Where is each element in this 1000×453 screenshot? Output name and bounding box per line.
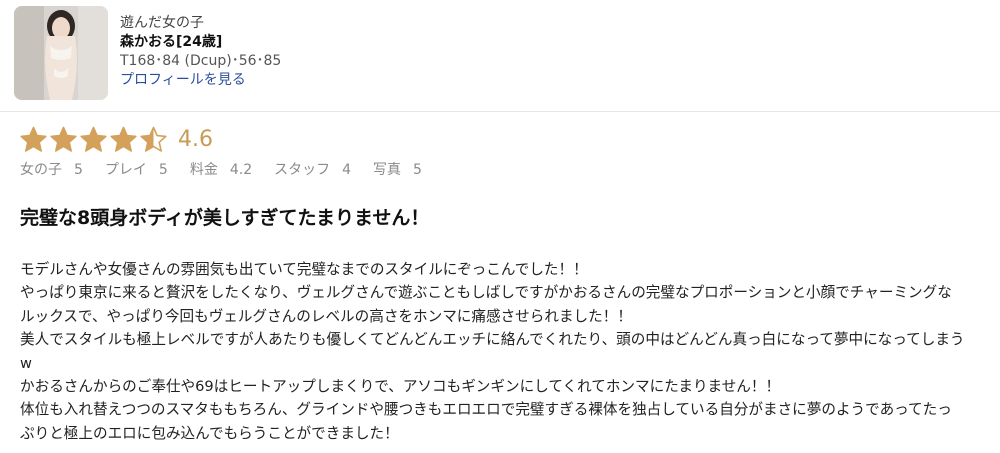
category-rating: スタッフ 4 [274,159,351,179]
category-value: 4.2 [229,162,253,178]
category-value: 5 [74,162,83,178]
review-line: w [20,354,32,372]
section-divider [0,111,1000,112]
review-body: モデルさんや女優さんの雰囲気も出ていて完璧なまでのスタイルにぞっこんでした！！ や… [20,258,995,445]
overall-rating: 4.6 [20,122,213,156]
view-profile-link[interactable]: プロフィールを見る [120,71,281,90]
star-rating [20,126,170,153]
review-line: モデルさんや女優さんの雰囲気も出ていて完璧なまでのスタイルにぞっこんでした！！ [20,261,588,278]
star-full-icon [50,126,77,152]
girl-stats: T168･84 (Dcup)･56･85 [120,53,282,69]
star-full-icon [110,126,137,152]
review-line: ぷりと極上のエロに包み込んでもらうことができました！ [20,424,399,442]
category-label: スタッフ [274,162,331,178]
review-line: ルックスで、やっぱり今回もヴェルグさんのレベルの高さをホンマに痛感させられました… [20,307,632,325]
category-rating: 料金 4.2 [190,159,252,179]
category-label: 写真 [373,162,402,178]
rating-score: 4.6 [178,126,213,152]
category-value: 5 [158,162,168,178]
star-half-icon [140,126,167,152]
category-value: 5 [413,162,422,178]
category-label: プレイ [104,162,147,178]
star-full-icon [20,126,47,152]
girl-name: 森かおる[24歳] [120,34,223,50]
review-line: かおるさんからのご奉仕や69はヒートアップしまくりで、アソコもギンギンにしてくれ… [20,378,781,396]
girl-profile-card[interactable]: 遊んだ女の子 森かおる[24歳] T168･84 (Dcup)･56･85 プロ… [0,0,1000,110]
review-line: やっぱり東京に来ると贅沢をしたくなり、ヴェルグさんで遊ぶこともしばしですがかおる… [20,284,952,302]
profile-photo-image [14,6,108,100]
category-ratings: 女の子 5 プレイ 5 料金 4.2 スタッフ 4 写真 5 [20,159,444,179]
category-rating: 女の子 5 [20,159,83,179]
category-value: 4 [342,162,352,178]
played-girl-label: 遊んだ女の子 [120,15,204,31]
category-label: 女の子 [20,162,62,178]
review-line: 体位も入れ替えつつのスマタももちろん、グラインドや腰つきもエロエロで完璧すぎる裸… [20,401,952,419]
category-label: 料金 [189,162,218,178]
review-title: 完璧な8頭身ボディが美しすぎてたまりません！ [20,207,430,229]
star-full-icon [80,126,107,152]
profile-info: 遊んだ女の子 森かおる[24歳] T168･84 (Dcup)･56･85 プロ… [120,14,281,90]
category-rating: 写真 5 [373,159,422,179]
profile-photo[interactable] [14,6,108,100]
category-rating: プレイ 5 [105,159,168,179]
review-line: 美人でスタイルも極上レベルですが人あたりも優しくてどんどんエッチに絡んでくれたり… [20,331,965,349]
